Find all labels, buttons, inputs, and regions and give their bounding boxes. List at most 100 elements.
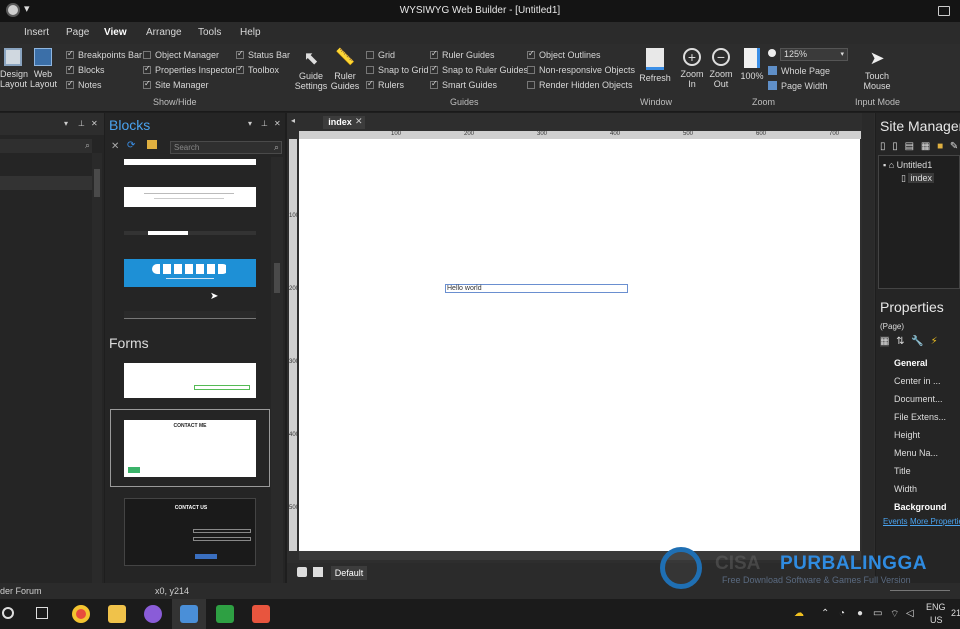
copy-page-icon[interactable]: ▯ xyxy=(892,141,898,152)
alphabetical-icon[interactable]: ⇅ xyxy=(896,336,904,347)
toggle-blocks[interactable]: Blocks xyxy=(66,63,105,76)
wrench-icon[interactable]: 🔧 xyxy=(911,336,923,347)
property-row[interactable]: Width xyxy=(894,484,917,494)
breakpoint-tab-default[interactable]: Default xyxy=(331,566,367,580)
property-row[interactable]: Title xyxy=(894,466,911,476)
property-row[interactable]: Menu Na... xyxy=(894,448,938,458)
property-row[interactable]: Document... xyxy=(894,394,943,404)
toggle-notes[interactable]: Notes xyxy=(66,78,102,91)
messenger-icon[interactable] xyxy=(144,605,162,623)
pin-icon[interactable]: ⊥ xyxy=(78,119,85,128)
page-canvas[interactable]: Hello world xyxy=(299,139,860,551)
tab-page[interactable]: Page xyxy=(66,27,89,38)
toggle-snap-to-ruler-guides[interactable]: Snap to Ruler Guides xyxy=(430,63,528,76)
property-row[interactable]: File Extens... xyxy=(894,412,946,422)
more-properties-link[interactable]: More Properties xyxy=(910,517,960,526)
tree-page-index[interactable]: ▯ index xyxy=(901,173,934,184)
horizontal-ruler[interactable]: 100 200 300 400 500 600 700 xyxy=(299,131,861,139)
toggle-properties-inspector[interactable]: Properties Inspector xyxy=(143,63,236,76)
panel-menu-icon[interactable]: ▾ xyxy=(64,119,68,128)
close-icon[interactable]: ✕ xyxy=(274,119,281,128)
page-props-icon[interactable]: ▤ xyxy=(905,141,914,152)
blocks-scrollbar-thumb[interactable] xyxy=(274,263,280,293)
green-app-icon[interactable] xyxy=(216,605,234,623)
volume-icon[interactable]: ◁ xyxy=(906,608,914,619)
region-indicator[interactable]: US xyxy=(930,615,943,625)
clock[interactable]: 21 xyxy=(951,608,960,618)
toggle-ruler-guides[interactable]: Ruler Guides xyxy=(430,48,495,61)
folder-icon[interactable] xyxy=(147,140,157,149)
chevron-up-icon[interactable]: ⌃ xyxy=(821,608,829,619)
status-left-text[interactable]: der Forum xyxy=(0,586,42,596)
refresh-icon[interactable]: ⟳ xyxy=(127,140,135,151)
web-layout-button[interactable]: Web Layout xyxy=(30,48,57,89)
zoom-level-select[interactable]: 125% ▾ xyxy=(780,48,848,61)
toolbox-scrollbar-thumb[interactable] xyxy=(94,169,100,197)
property-category-background[interactable]: Background xyxy=(894,502,947,512)
property-row[interactable]: Height xyxy=(894,430,920,440)
toggle-smart-guides[interactable]: Smart Guides xyxy=(430,78,497,91)
page-width-button[interactable]: Page Width xyxy=(768,80,828,92)
toggle-object-outlines[interactable]: Object Outlines xyxy=(527,48,601,61)
tree-root-untitled1[interactable]: ▪ ⌂ Untitled1 xyxy=(883,160,932,170)
vertical-ruler[interactable]: 100 200 300 400 500 xyxy=(289,139,299,551)
tab-scroll-left-icon[interactable]: ◂ xyxy=(291,116,295,125)
panel-menu-icon[interactable]: ▾ xyxy=(248,119,252,128)
task-view-icon[interactable] xyxy=(36,607,48,619)
touch-mouse-button[interactable]: ➤ Touch Mouse xyxy=(858,48,896,91)
toggle-object-manager[interactable]: Object Manager xyxy=(143,49,219,61)
tab-insert[interactable]: Insert xyxy=(24,27,49,38)
close-tab-icon[interactable]: ✕ xyxy=(355,116,363,127)
clear-icon[interactable]: ✕ xyxy=(111,141,119,152)
wifi-icon[interactable]: ⌔ xyxy=(890,608,899,621)
property-row[interactable]: Center in ... xyxy=(894,376,941,386)
add-breakpoint-icon[interactable] xyxy=(297,567,307,577)
events-link[interactable]: Events xyxy=(883,517,907,526)
language-indicator[interactable]: ENG xyxy=(926,602,946,612)
design-layout-button[interactable]: Design Layout xyxy=(0,48,28,89)
toggle-grid[interactable]: Grid xyxy=(366,49,395,61)
block-thumbnail[interactable] xyxy=(124,311,256,319)
file-explorer-icon[interactable] xyxy=(108,605,126,623)
toolbox-search[interactable]: ⌕ xyxy=(0,139,92,153)
form-thumbnail-contact-us[interactable]: CONTACT US xyxy=(124,498,256,566)
categorized-icon[interactable]: ▦ xyxy=(880,336,890,347)
events-lightning-icon[interactable]: ⚡ xyxy=(931,336,938,347)
edit-icon[interactable]: ✎ xyxy=(950,141,958,152)
property-category-general[interactable]: General xyxy=(894,358,928,368)
red-app-icon[interactable] xyxy=(252,605,270,623)
edit-breakpoint-icon[interactable] xyxy=(313,567,323,577)
block-thumbnail[interactable] xyxy=(124,231,256,235)
toolbox-scrollbar[interactable] xyxy=(92,153,102,583)
pin-icon[interactable]: ⊥ xyxy=(261,119,268,128)
battery-icon[interactable]: ▭ xyxy=(873,608,882,619)
delete-page-icon[interactable]: ▦ xyxy=(921,141,930,152)
toggle-status-bar[interactable]: Status Bar xyxy=(236,48,290,61)
toggle-non-responsive-objects[interactable]: Non-responsive Objects xyxy=(527,64,635,76)
refresh-button[interactable]: Refresh xyxy=(638,48,672,83)
tab-tools[interactable]: Tools xyxy=(198,27,221,38)
folder-icon[interactable]: ■ xyxy=(937,141,943,152)
form-thumbnail[interactable] xyxy=(124,363,256,398)
whole-page-button[interactable]: Whole Page xyxy=(768,65,830,77)
restore-window-icon[interactable] xyxy=(938,6,950,16)
toolbox-selected-row[interactable] xyxy=(0,176,92,190)
guide-settings-button[interactable]: ⬉ Guide Settings xyxy=(294,48,328,91)
close-icon[interactable]: ✕ xyxy=(91,119,98,128)
editor-vertical-scrollbar[interactable] xyxy=(862,113,874,560)
toggle-toolbox[interactable]: Toolbox xyxy=(236,63,279,76)
block-thumbnail[interactable] xyxy=(124,187,256,207)
tab-help[interactable]: Help xyxy=(240,27,261,38)
ruler-guides-button[interactable]: 📏 Ruler Guides xyxy=(328,48,362,91)
tab-view[interactable]: View xyxy=(104,27,127,38)
form-thumbnail-contact-me[interactable]: CONTACT ME xyxy=(124,420,256,477)
block-thumbnail[interactable] xyxy=(124,159,256,165)
search-icon[interactable] xyxy=(2,607,14,619)
toggle-rulers[interactable]: Rulers xyxy=(366,78,404,91)
tab-arrange[interactable]: Arrange xyxy=(146,27,182,38)
toggle-breakpoints-bar[interactable]: Breakpoints Bar xyxy=(66,48,142,61)
zoom-in-button[interactable]: + Zoom In xyxy=(678,48,706,89)
blocks-search-input[interactable]: Search ⌕ xyxy=(170,141,282,154)
toggle-snap-to-grid[interactable]: Snap to Grid xyxy=(366,64,429,76)
zoom-100-button[interactable]: 100% xyxy=(738,48,766,81)
